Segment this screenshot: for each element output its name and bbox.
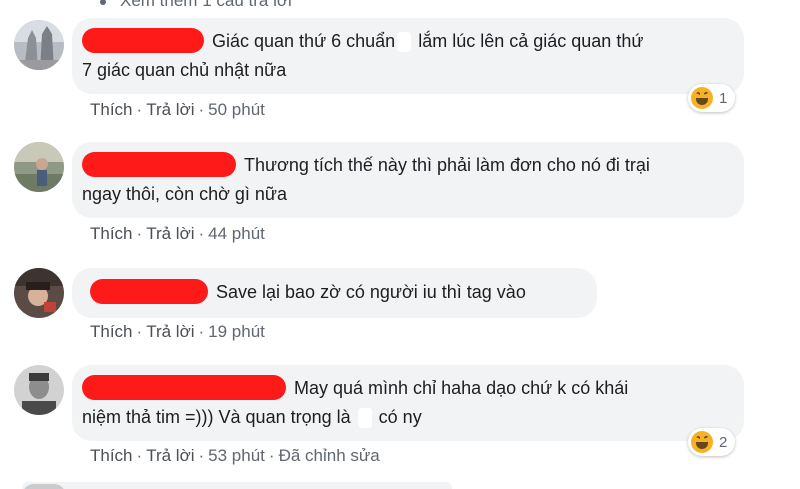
like-link[interactable]: Thích [90, 446, 133, 465]
comment-text-line: Save lại bao zờ có người iu thì tag vào [216, 282, 526, 302]
reaction-count: 2 [719, 433, 728, 451]
next-comment-bubble [22, 482, 452, 489]
redacted-author-name [82, 27, 204, 53]
reaction-count: 1 [719, 89, 728, 107]
view-more-replies[interactable]: Xem thêm 1 câu trả lời [100, 0, 292, 11]
avatar[interactable] [14, 365, 64, 415]
comment-bubble: May quá mình chỉ haha dạo chứ k có khái … [72, 365, 744, 441]
reply-link[interactable]: Trả lời [146, 446, 194, 465]
reaction-summary[interactable]: 2 [688, 428, 736, 456]
like-link[interactable]: Thích [90, 224, 133, 243]
comment-text-line: có ny [378, 407, 422, 427]
reaction-summary[interactable]: 1 [688, 84, 736, 112]
like-link[interactable]: Thích [90, 100, 133, 119]
comment-bubble: Save lại bao zờ có người iu thì tag vào [72, 268, 597, 318]
comment-text-line: May quá mình chỉ haha dạo chứ k có khái [294, 378, 629, 398]
comment-actions: Thích · Trả lời · 53 phút · Đã chỉnh sửa [90, 446, 380, 465]
reply-link[interactable]: Trả lời [146, 322, 194, 341]
reply-link[interactable]: Trả lời [146, 100, 194, 119]
comment-text-line: Thương tích thế này thì phải làm đơn cho… [244, 155, 650, 175]
timestamp[interactable]: 53 phút [208, 446, 265, 465]
comment-actions: Thích · Trả lời · 19 phút [90, 322, 265, 341]
avatar[interactable] [14, 142, 64, 192]
like-link[interactable]: Thích [90, 322, 133, 341]
avatar[interactable] [14, 268, 64, 318]
redacted-author-name [82, 374, 286, 400]
comment-text-line: 7 giác quan chủ nhật nữa [82, 60, 287, 80]
timestamp[interactable]: 44 phút [208, 224, 265, 243]
reply-arrow-icon [100, 0, 106, 5]
comment-text-line: lắm lúc lên cả giác quan thứ [418, 31, 644, 51]
emoji-placeholder [397, 32, 412, 53]
haha-icon [691, 431, 713, 453]
comment-text-line: ngay thôi, còn chờ gì nữa [82, 184, 287, 204]
timestamp[interactable]: 19 phút [208, 322, 265, 341]
emoji-placeholder [357, 408, 372, 429]
comment-text-line: niệm thả tim =))) Và quan trọng là [82, 407, 351, 427]
redacted-author-name [82, 151, 236, 177]
redacted-author-name [90, 278, 208, 304]
comment-bubble: Thương tích thế này thì phải làm đơn cho… [72, 142, 744, 218]
comment-actions: Thích · Trả lời · 50 phút [90, 100, 265, 119]
avatar[interactable] [14, 20, 64, 70]
comment-actions: Thích · Trả lời · 44 phút [90, 224, 265, 243]
avatar[interactable] [22, 484, 66, 489]
reply-link[interactable]: Trả lời [146, 224, 194, 243]
haha-icon [691, 87, 713, 109]
comment-text-line: Giác quan thứ 6 chuẩn [212, 31, 396, 51]
comment-bubble: Giác quan thứ 6 chuẩn lắm lúc lên cả giá… [72, 18, 744, 94]
edited-label[interactable]: Đã chỉnh sửa [279, 446, 380, 465]
timestamp[interactable]: 50 phút [208, 100, 265, 119]
